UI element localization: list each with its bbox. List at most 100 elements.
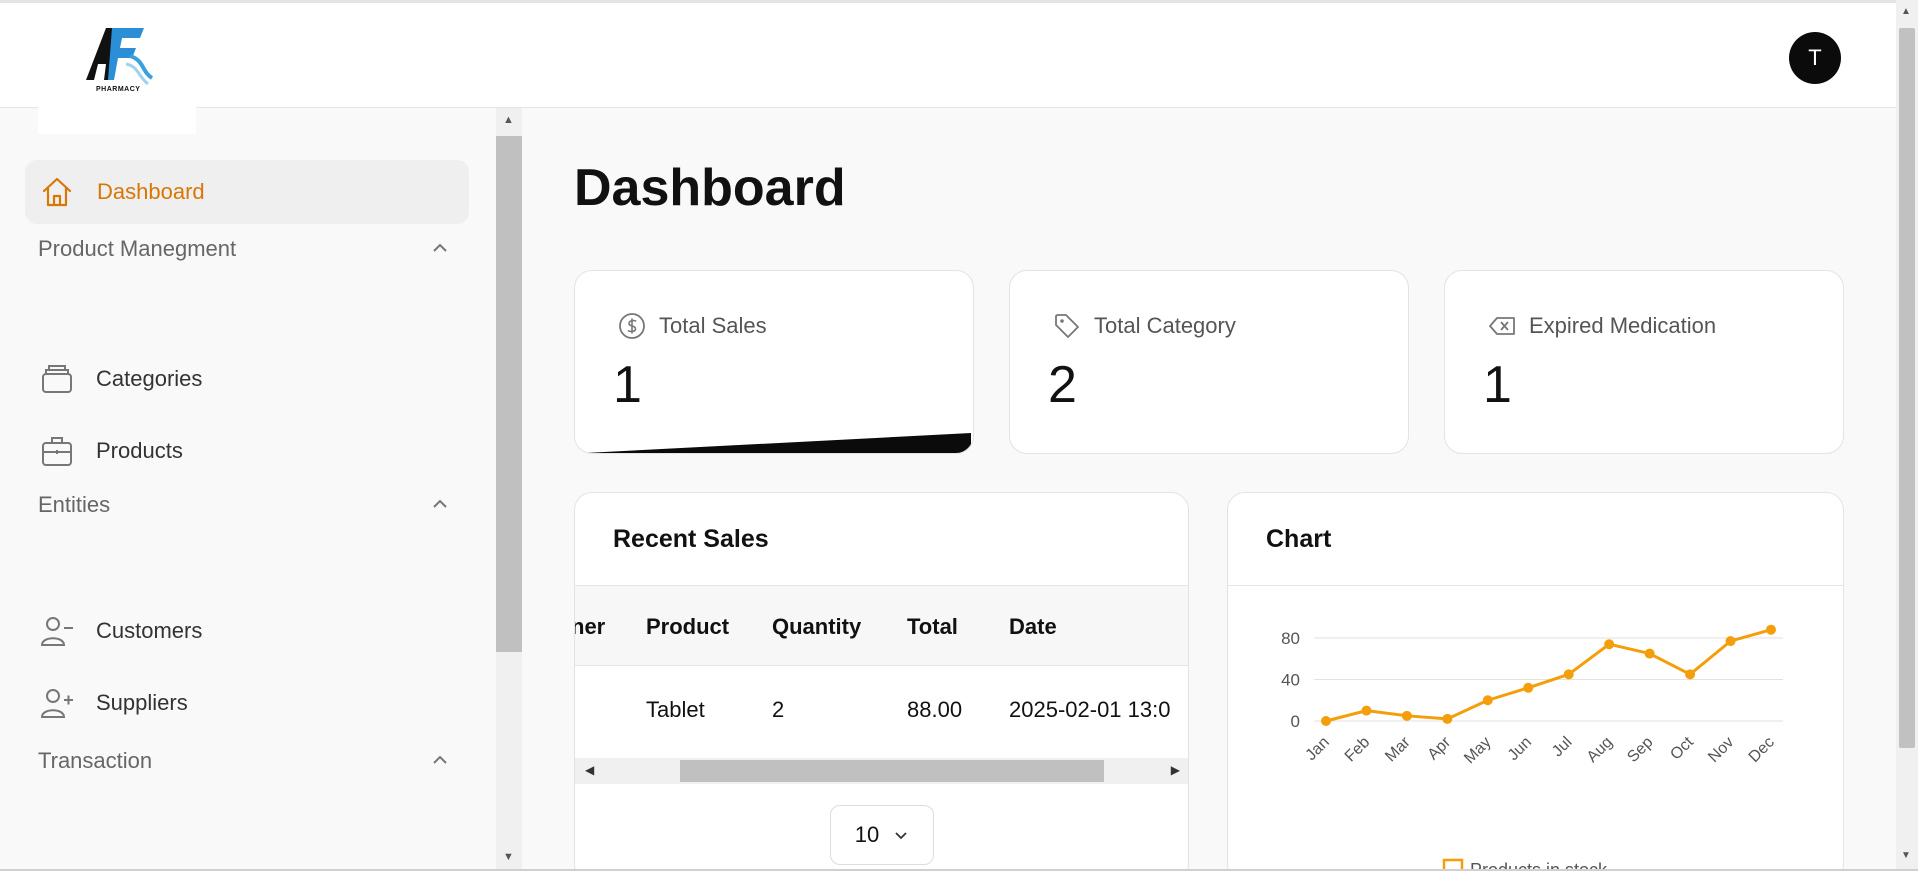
stat-label: Total Category [1094,313,1236,338]
sidebar-item-categories[interactable]: Categories [38,360,202,398]
x-tick-label: Nov [1705,734,1737,766]
y-tick-label: 80 [1281,629,1300,648]
sidebar-item-label: Categories [96,366,203,391]
user-minus-icon [40,617,73,646]
app-logo[interactable]: PHARMACY [38,14,196,134]
sparkline-area [585,433,971,453]
stat-card-expired-medication[interactable]: Expired Medication 1 [1444,270,1844,454]
table-header: ner Product Quantity Total Date [575,586,1188,666]
sidebar: Dashboard Product Manegment Categories P… [0,108,496,871]
stat-value: 1 [613,356,642,414]
sidebar-item-label: Suppliers [96,690,188,715]
scroll-down-arrow-icon[interactable]: ▼ [503,851,514,863]
data-point [1482,695,1493,706]
panel-title: Chart [1266,525,1332,553]
y-tick-label: 40 [1281,671,1300,690]
data-point [1442,713,1453,724]
chevron-down-icon [895,832,907,840]
x-tick-label: Jun [1505,734,1535,764]
sidebar-scrollbar[interactable]: ▲ ▼ [496,108,522,871]
cell-total: 88.00 [907,697,963,722]
chart-panel: Chart 0 40 80 Jan Feb Mar Apr May Jun Jul Aug Sep Oc… [1227,492,1844,871]
page-size-value: 10 [854,822,880,847]
section-entities[interactable]: Entities [38,492,110,518]
data-point [1523,682,1534,693]
column-header-date[interactable]: Date [1009,614,1057,640]
tag-icon [1055,314,1079,338]
table-scroll-thumb[interactable] [680,760,1104,782]
x-tick-label: May [1461,734,1494,767]
section-product-management[interactable]: Product Manegment [38,236,236,262]
user-plus-icon [40,689,73,718]
sidebar-scroll-thumb[interactable] [496,136,522,652]
stat-card-total-sales[interactable]: Total Sales 1 [574,270,974,454]
page-title: Dashboard [574,159,846,217]
stat-label: Total Sales [659,313,767,338]
x-tick-label: Feb [1342,734,1374,766]
line-chart: 0 40 80 Jan Feb Mar Apr May Jun Jul Aug Sep Oct Nov De… [1281,624,1783,871]
logo-text: PHARMACY [96,86,141,93]
data-point [1766,624,1776,635]
section-transaction[interactable]: Transaction [38,748,152,774]
x-tick-label: Aug [1584,734,1616,766]
cell-product: Tablet [646,697,705,722]
data-point [1685,669,1696,680]
stat-value: 1 [1483,356,1512,414]
chevron-up-icon[interactable] [428,748,452,772]
column-header-product[interactable]: Product [646,614,729,640]
page-size-select[interactable]: 10 [830,805,934,865]
cell-quantity: 2 [772,697,785,722]
cell-date: 2025-02-01 13:0 [1009,697,1171,722]
x-tick-label: Jul [1549,734,1575,760]
sidebar-item-label: Customers [96,618,203,643]
sidebar-item-label: Products [96,438,183,463]
home-icon [42,177,72,207]
recent-sales-panel: Recent Sales ner Product Quantity Total … [574,492,1189,871]
layers-icon [42,365,72,393]
x-tick-label: Mar [1382,733,1414,765]
column-header-total[interactable]: Total [907,614,958,640]
x-tick-label: Oct [1667,733,1697,763]
briefcase-icon [42,437,72,466]
data-point [1321,716,1331,726]
data-point [1401,710,1412,721]
delete-tag-icon [1489,317,1515,335]
column-header-customer[interactable]: ner [575,614,605,640]
sidebar-item-suppliers[interactable]: Suppliers [38,684,188,722]
sidebar-item-customers[interactable]: Customers [38,612,202,650]
table-horizontal-scrollbar[interactable]: ◀ ▶ [575,758,1188,784]
top-header: T [0,0,1896,108]
sidebar-item-products[interactable]: Products [38,432,183,470]
stat-value: 2 [1048,356,1077,414]
scroll-left-arrow-icon[interactable]: ◀ [585,763,594,777]
chevron-up-icon[interactable] [428,492,452,516]
dollar-circle-icon [619,313,645,339]
data-point [1563,669,1574,680]
y-tick-label: 0 [1291,712,1300,731]
chevron-up-icon[interactable] [428,236,452,260]
page-scrollbar[interactable]: ▲ ▼ [1896,0,1918,871]
page-scroll-thumb[interactable] [1899,28,1915,748]
scroll-up-arrow-icon[interactable]: ▲ [1901,6,1911,17]
x-tick-label: Apr [1425,733,1455,763]
sidebar-item-label: Dashboard [97,179,205,204]
panel-title: Recent Sales [613,525,769,553]
stat-label: Expired Medication [1529,313,1717,338]
scroll-right-arrow-icon[interactable]: ▶ [1171,763,1180,777]
column-header-quantity[interactable]: Quantity [772,614,861,640]
data-point [1725,636,1736,647]
scroll-up-arrow-icon[interactable]: ▲ [503,114,514,126]
stat-card-total-category[interactable]: Total Category 2 [1009,270,1409,454]
scroll-down-arrow-icon[interactable]: ▼ [1901,850,1911,861]
x-tick-label: Sep [1624,734,1656,766]
x-tick-label: Dec [1746,734,1778,766]
data-point [1604,639,1615,650]
x-tick-label: Jan [1303,734,1333,764]
data-point [1361,705,1372,716]
series-line [1325,628,1772,723]
logo-mark [86,28,154,86]
avatar-initial: T [1808,45,1822,70]
sidebar-item-dashboard[interactable]: Dashboard [25,160,469,224]
data-point [1644,648,1655,659]
user-avatar[interactable]: T [1789,32,1841,84]
